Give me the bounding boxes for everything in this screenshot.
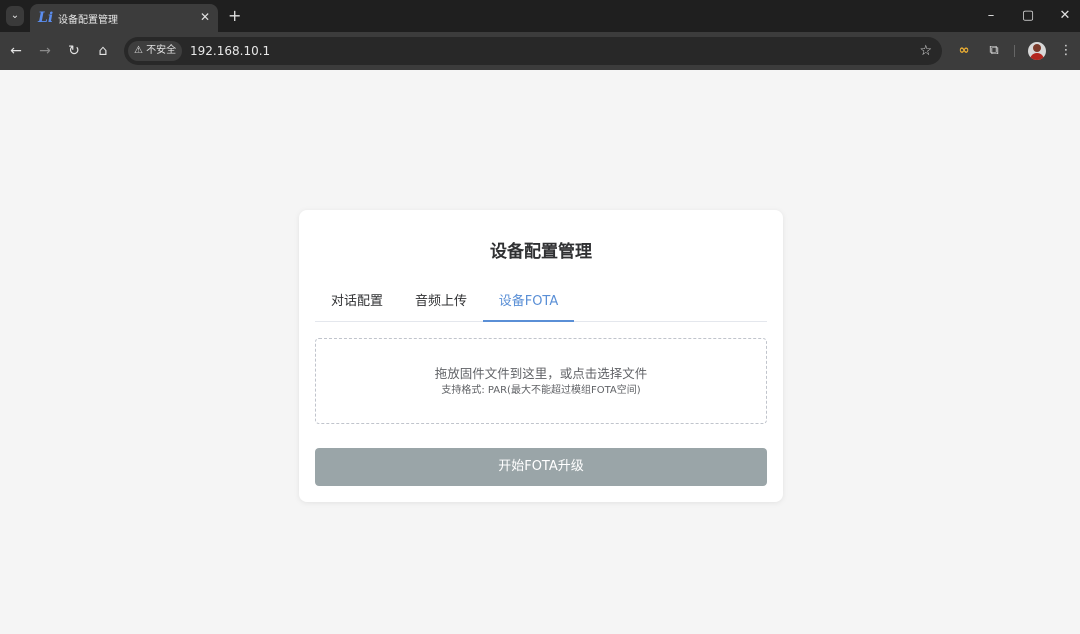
- browser-tab-strip: ⌄ Li 设备配置管理 ✕ + – ▢ ✕: [0, 0, 1080, 32]
- reload-icon[interactable]: ↻: [64, 41, 84, 61]
- back-arrow-icon[interactable]: ←: [6, 41, 26, 61]
- tab-title: 设备配置管理: [58, 15, 118, 26]
- active-tab-indicator: [483, 320, 574, 322]
- li-logo-icon: Li: [38, 10, 54, 26]
- maximize-icon[interactable]: ▢: [1018, 6, 1038, 26]
- firmware-dropzone[interactable]: 拖放固件文件到这里，或点击选择文件 支持格式: PAR(最大不能超过模组FOTA…: [315, 338, 767, 424]
- bookmark-star-icon[interactable]: ☆: [919, 41, 932, 61]
- extensions-puzzle-icon[interactable]: ⧉: [984, 41, 1004, 61]
- security-warning-chip[interactable]: ⚠ 不安全: [128, 41, 183, 61]
- extension-infinity-icon[interactable]: ∞: [955, 41, 973, 61]
- tab-device-fota[interactable]: 设备FOTA: [483, 292, 574, 318]
- browser-toolbar: ← → ↻ ⌂ ⚠ 不安全 192.168.10.1 ☆ ∞ ⧉ ⋮: [0, 32, 1080, 70]
- start-fota-button[interactable]: 开始FOTA升级: [315, 448, 767, 486]
- tab-audio-upload[interactable]: 音频上传: [399, 292, 483, 318]
- home-icon[interactable]: ⌂: [93, 41, 113, 61]
- tab-close-icon[interactable]: ✕: [200, 9, 210, 25]
- window-close-icon[interactable]: ✕: [1055, 6, 1075, 26]
- dropzone-main-text: 拖放固件文件到这里，或点击选择文件: [434, 366, 648, 381]
- device-config-card: 设备配置管理 对话配置 音频上传 设备FOTA 拖放固件文件到这里，或点击选择文…: [299, 210, 783, 502]
- address-bar[interactable]: ⚠ 不安全 192.168.10.1 ☆: [124, 37, 942, 65]
- forward-arrow-icon[interactable]: →: [35, 41, 55, 61]
- config-tabs: 对话配置 音频上传 设备FOTA: [315, 288, 767, 322]
- tab-search-chevron-down-icon[interactable]: ⌄: [6, 6, 24, 26]
- profile-avatar[interactable]: [1028, 42, 1046, 60]
- url-text[interactable]: 192.168.10.1: [190, 43, 270, 59]
- minimize-icon[interactable]: –: [981, 6, 1001, 26]
- browser-tab[interactable]: Li 设备配置管理 ✕: [30, 4, 218, 32]
- browser-menu-icon[interactable]: ⋮: [1058, 41, 1074, 61]
- new-tab-plus-icon[interactable]: +: [228, 6, 241, 26]
- page-title: 设备配置管理: [490, 242, 592, 262]
- dropzone-format-hint: 支持格式: PAR(最大不能超过模组FOTA空间): [441, 385, 641, 396]
- toolbar-divider: [1014, 45, 1015, 57]
- tab-dialog-config[interactable]: 对话配置: [315, 292, 399, 318]
